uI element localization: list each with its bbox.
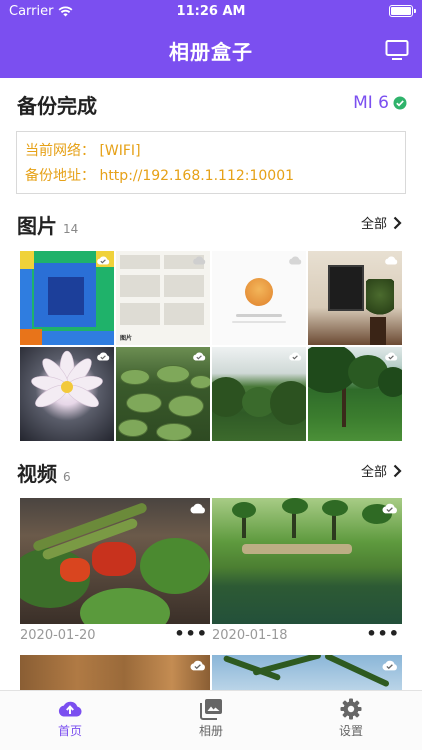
video-meta: 2020-01-18 ••• (212, 624, 402, 648)
address-line[interactable]: 备份地址： http://192.168.1.112:10001 (25, 164, 397, 189)
tab-bar: 首页 相册 设置 (0, 690, 422, 750)
status-time: 11:26 AM (176, 4, 246, 19)
thumb-caption: 图片 (120, 335, 133, 342)
photo-thumbnail[interactable] (212, 347, 306, 441)
cloud-check-icon (97, 352, 110, 361)
cloud-check-icon (289, 352, 302, 361)
network-line: 当前网络： [WIFI] (25, 143, 141, 159)
photo-thumbnail[interactable] (212, 251, 306, 345)
photos-view-all-button[interactable]: 全部 (361, 213, 402, 232)
cloud-check-icon (382, 503, 397, 514)
photo-thumbnail[interactable] (20, 347, 114, 441)
photo-thumbnail[interactable] (20, 251, 114, 345)
cloud-check-icon (382, 660, 397, 671)
videos-view-all-button[interactable]: 全部 (361, 461, 402, 480)
tab-home[interactable]: 首页 (20, 698, 120, 739)
photo-thumbnail[interactable]: 图片 (116, 251, 210, 345)
check-circle-icon (393, 96, 407, 110)
chevron-right-icon (393, 464, 402, 477)
cloud-check-icon (97, 256, 110, 265)
more-options-button[interactable]: ••• (174, 624, 208, 643)
photo-thumbnail[interactable] (116, 347, 210, 441)
cloud-icon (385, 256, 398, 265)
videos-view-all-label: 全部 (360, 465, 387, 480)
cloud-check-icon (193, 352, 206, 361)
video-date: 2020-01-18 (212, 628, 288, 643)
app-header: Carrier 11:26 AM 相册盒子 (0, 0, 422, 78)
tab-settings-label: 设置 (338, 724, 363, 738)
photos-view-all-label: 全部 (360, 217, 387, 232)
cloud-check-icon (385, 352, 398, 361)
photo-album-icon (200, 699, 222, 720)
cloud-check-icon (190, 660, 205, 671)
cloud-icon (190, 503, 205, 514)
video-date: 2020-01-20 (20, 628, 96, 643)
cloud-icon (289, 256, 302, 265)
cloud-icon (193, 256, 206, 265)
tab-home-label: 首页 (57, 724, 82, 738)
backup-info-box: 当前网络： [WIFI] 备份地址： http://192.168.1.112:… (16, 131, 406, 194)
photos-count: 14 (63, 222, 79, 236)
video-thumbnail[interactable] (20, 498, 210, 624)
videos-section-header: 视频 6 全部 (17, 458, 407, 486)
photo-grid: 图片 (20, 251, 402, 441)
photo-thumbnail[interactable] (308, 347, 402, 441)
photos-title: 图片 (17, 214, 57, 238)
more-options-button[interactable]: ••• (366, 624, 400, 643)
gear-icon (340, 698, 362, 720)
photo-thumbnail[interactable] (308, 251, 402, 345)
tab-album-label: 相册 (198, 724, 223, 738)
videos-title: 视频 (17, 462, 57, 486)
photos-section-header: 图片 14 全部 (17, 210, 407, 238)
video-thumbnail[interactable] (212, 498, 402, 624)
tab-settings[interactable]: 设置 (301, 698, 401, 739)
chevron-right-icon (393, 216, 402, 229)
video-meta: 2020-01-20 ••• (20, 624, 210, 648)
device-indicator[interactable]: MI 6 (353, 93, 407, 113)
device-name: MI 6 (353, 93, 389, 113)
backup-title: 备份完成 (17, 94, 97, 118)
tv-icon[interactable] (385, 39, 409, 61)
backup-status-row: 备份完成 MI 6 (17, 90, 407, 118)
tab-album[interactable]: 相册 (161, 698, 261, 739)
app-title: 相册盒子 (169, 40, 253, 64)
videos-count: 6 (63, 470, 71, 484)
status-bar: Carrier 11:26 AM (0, 0, 422, 22)
cloud-upload-icon (58, 701, 82, 717)
battery-icon (389, 5, 416, 17)
